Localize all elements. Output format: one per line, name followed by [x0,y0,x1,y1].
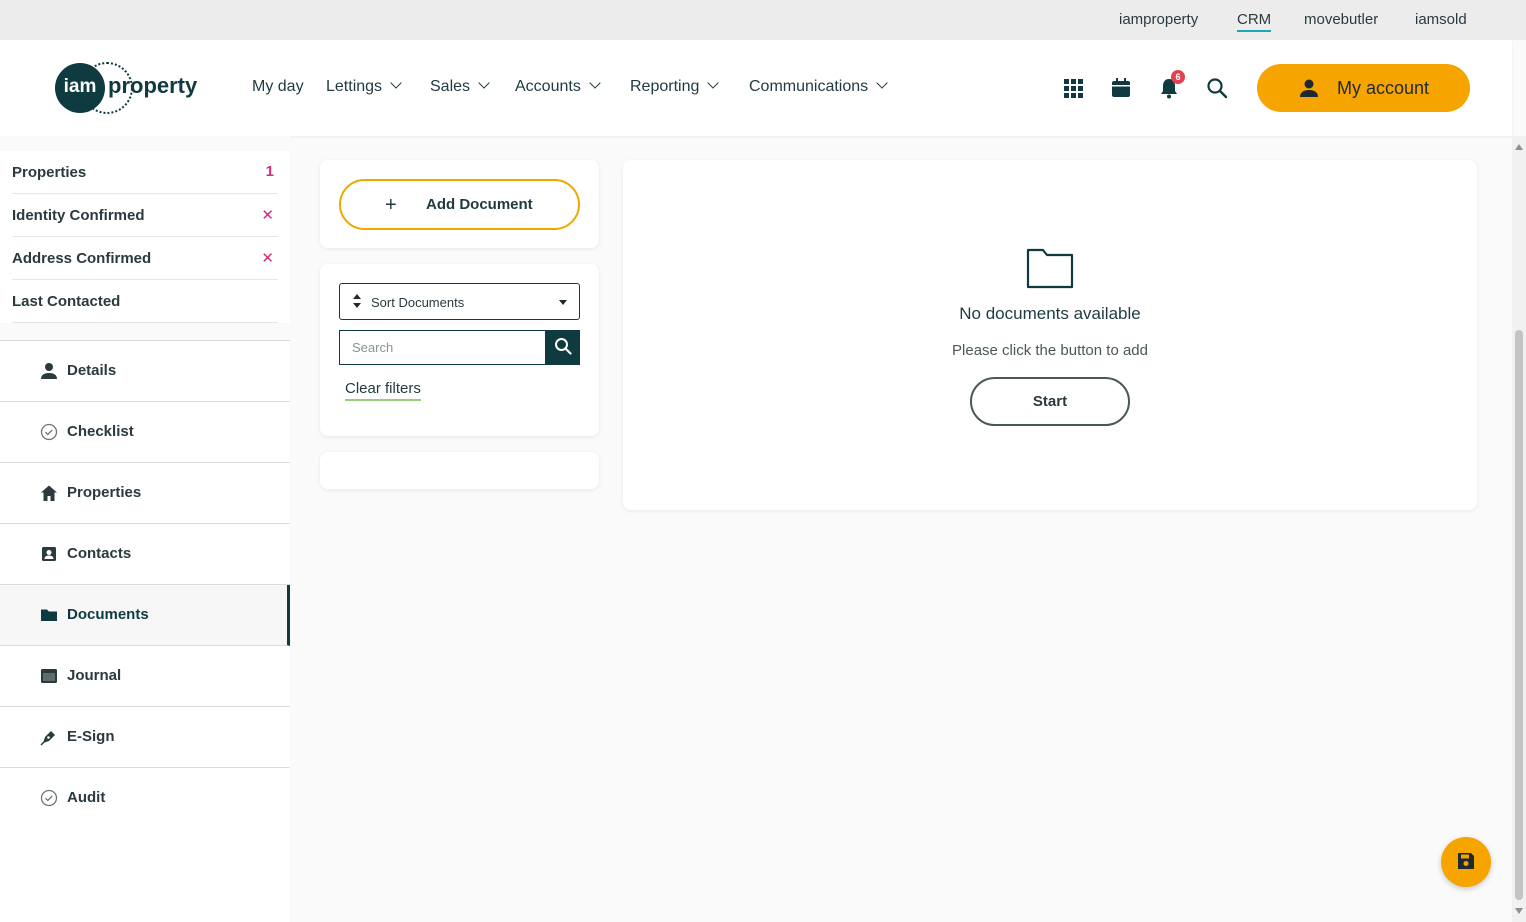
brand-link-movebutler[interactable]: movebutler [1304,11,1378,28]
nav-label: Communications [749,78,869,95]
summary-row-properties: Properties 1 [12,151,278,194]
person-icon [41,363,57,379]
scroll-down-arrow-icon[interactable] [1515,908,1523,914]
document-search-input[interactable] [339,330,546,365]
sidebar-footer-space [0,827,290,922]
empty-state-title: No documents available [959,304,1141,323]
sort-icon [353,294,361,308]
sidebar-item-label: Audit [67,789,106,806]
documents-panel: No documents available Please click the … [623,160,1477,510]
nav-label: Sales [430,78,471,95]
journal-icon [41,669,57,683]
sidebar-menu: Details Checklist Properties Contacts Do… [0,340,290,829]
check-circle-icon [40,789,58,807]
contact-card-icon [42,547,56,561]
scroll-up-arrow-icon[interactable] [1515,144,1523,150]
sidebar-item-label: E-Sign [67,728,115,745]
search-icon [554,338,572,355]
sort-documents-select[interactable]: Sort Documents [339,283,580,320]
chevron-down-icon [707,77,720,89]
page-scrollbar[interactable] [1512,136,1526,922]
plus-icon: + [385,194,397,216]
clear-filters-link[interactable]: Clear filters [345,380,421,401]
empty-state-subtitle: Please click the button to add [952,342,1148,359]
logo[interactable]: iam property [55,62,205,114]
sidebar-item-details[interactable]: Details [0,341,290,402]
person-icon [1300,79,1318,97]
scrollbar-thumb[interactable] [1515,330,1523,900]
chevron-down-icon [390,77,402,89]
folder-icon [41,609,57,621]
nav-reporting[interactable]: Reporting [630,77,720,96]
nav-label: Reporting [630,78,700,95]
sidebar-item-label: Properties [67,484,142,501]
sidebar-item-properties[interactable]: Properties [0,463,290,524]
nav-sales[interactable]: Sales [430,77,490,96]
summary-row-address-confirmed: Address Confirmed ✕ [12,237,278,280]
main-header: iam property My day Lettings Sales Accou… [0,40,1512,136]
add-document-button[interactable]: + Add Document [339,179,580,230]
summary-row-last-contacted: Last Contacted [12,280,278,323]
sidebar-item-label: Details [67,362,117,379]
add-document-label: Add Document [426,196,533,213]
sidebar-item-label: Documents [67,606,149,623]
chevron-down-icon [589,77,601,89]
sidebar-item-audit[interactable]: Audit [0,768,290,829]
brand-bar: iamproperty CRM movebutler iamsold [0,0,1526,40]
home-icon [41,485,57,501]
floppy-disk-icon [1458,852,1474,869]
search-icon[interactable] [1206,77,1228,99]
sidebar-item-journal[interactable]: Journal [0,646,290,707]
sidebar: Properties 1 Identity Confirmed ✕ Addres… [0,136,290,922]
filter-card: Sort Documents Clear filters [320,264,599,436]
sidebar-item-documents[interactable]: Documents [0,585,290,646]
sidebar-item-label: Checklist [67,423,134,440]
contact-summary: Properties 1 Identity Confirmed ✕ Addres… [0,151,290,323]
logo-word: property [108,73,198,98]
summary-label: Properties [12,164,87,181]
chevron-down-icon [876,77,888,89]
nav-label: Lettings [326,78,383,95]
start-button[interactable]: Start [970,377,1130,426]
summary-row-identity-confirmed: Identity Confirmed ✕ [12,194,278,237]
sidebar-item-e-sign[interactable]: E-Sign [0,707,290,768]
nav-accounts[interactable]: Accounts [515,77,601,96]
save-button[interactable] [1441,837,1491,887]
sort-documents-label: Sort Documents [371,295,465,310]
sidebar-item-label: Journal [67,667,122,684]
summary-value: 1 [265,163,274,180]
cross-icon: ✕ [261,250,274,267]
sidebar-item-label: Contacts [67,545,132,562]
sidebar-item-contacts[interactable]: Contacts [0,524,290,585]
nav-label: My day [252,78,304,95]
document-list-card [320,452,599,489]
caret-down-icon [559,300,567,305]
chevron-down-icon [478,77,490,89]
calendar-icon[interactable] [1110,77,1132,99]
brand-link-iamproperty[interactable]: iamproperty [1119,11,1198,28]
nav-lettings[interactable]: Lettings [326,77,402,96]
nav-communications[interactable]: Communications [749,77,888,96]
folder-icon [1026,248,1074,289]
pen-icon [40,731,55,746]
summary-label: Last Contacted [12,293,121,310]
logo-mark: iam [55,63,105,113]
summary-label: Address Confirmed [12,250,152,267]
check-circle-icon [40,423,58,441]
my-account-button[interactable]: My account [1257,64,1470,112]
brand-link-crm[interactable]: CRM [1237,11,1272,32]
document-search-button[interactable] [545,330,580,365]
summary-label: Identity Confirmed [12,207,145,224]
sidebar-item-checklist[interactable]: Checklist [0,402,290,463]
notification-badge: 6 [1171,70,1185,84]
nav-label: Accounts [515,78,581,95]
brand-link-iamsold[interactable]: iamsold [1415,11,1467,28]
my-account-label: My account [1337,78,1430,98]
apps-grid-icon[interactable] [1062,77,1084,99]
add-document-card: + Add Document [320,160,599,248]
cross-icon: ✕ [261,207,274,224]
nav-my-day[interactable]: My day [252,78,304,96]
